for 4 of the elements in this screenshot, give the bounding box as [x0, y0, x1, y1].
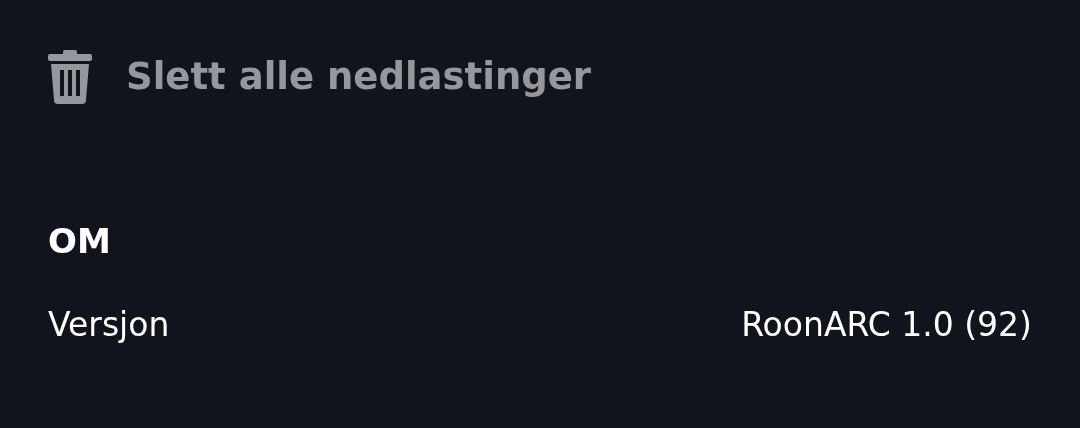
- trash-icon: [48, 49, 92, 104]
- section-heading: OM: [48, 224, 112, 258]
- setting-label: Versjon: [48, 308, 170, 341]
- setting-value: RoonARC 1.0 (92): [741, 308, 1032, 341]
